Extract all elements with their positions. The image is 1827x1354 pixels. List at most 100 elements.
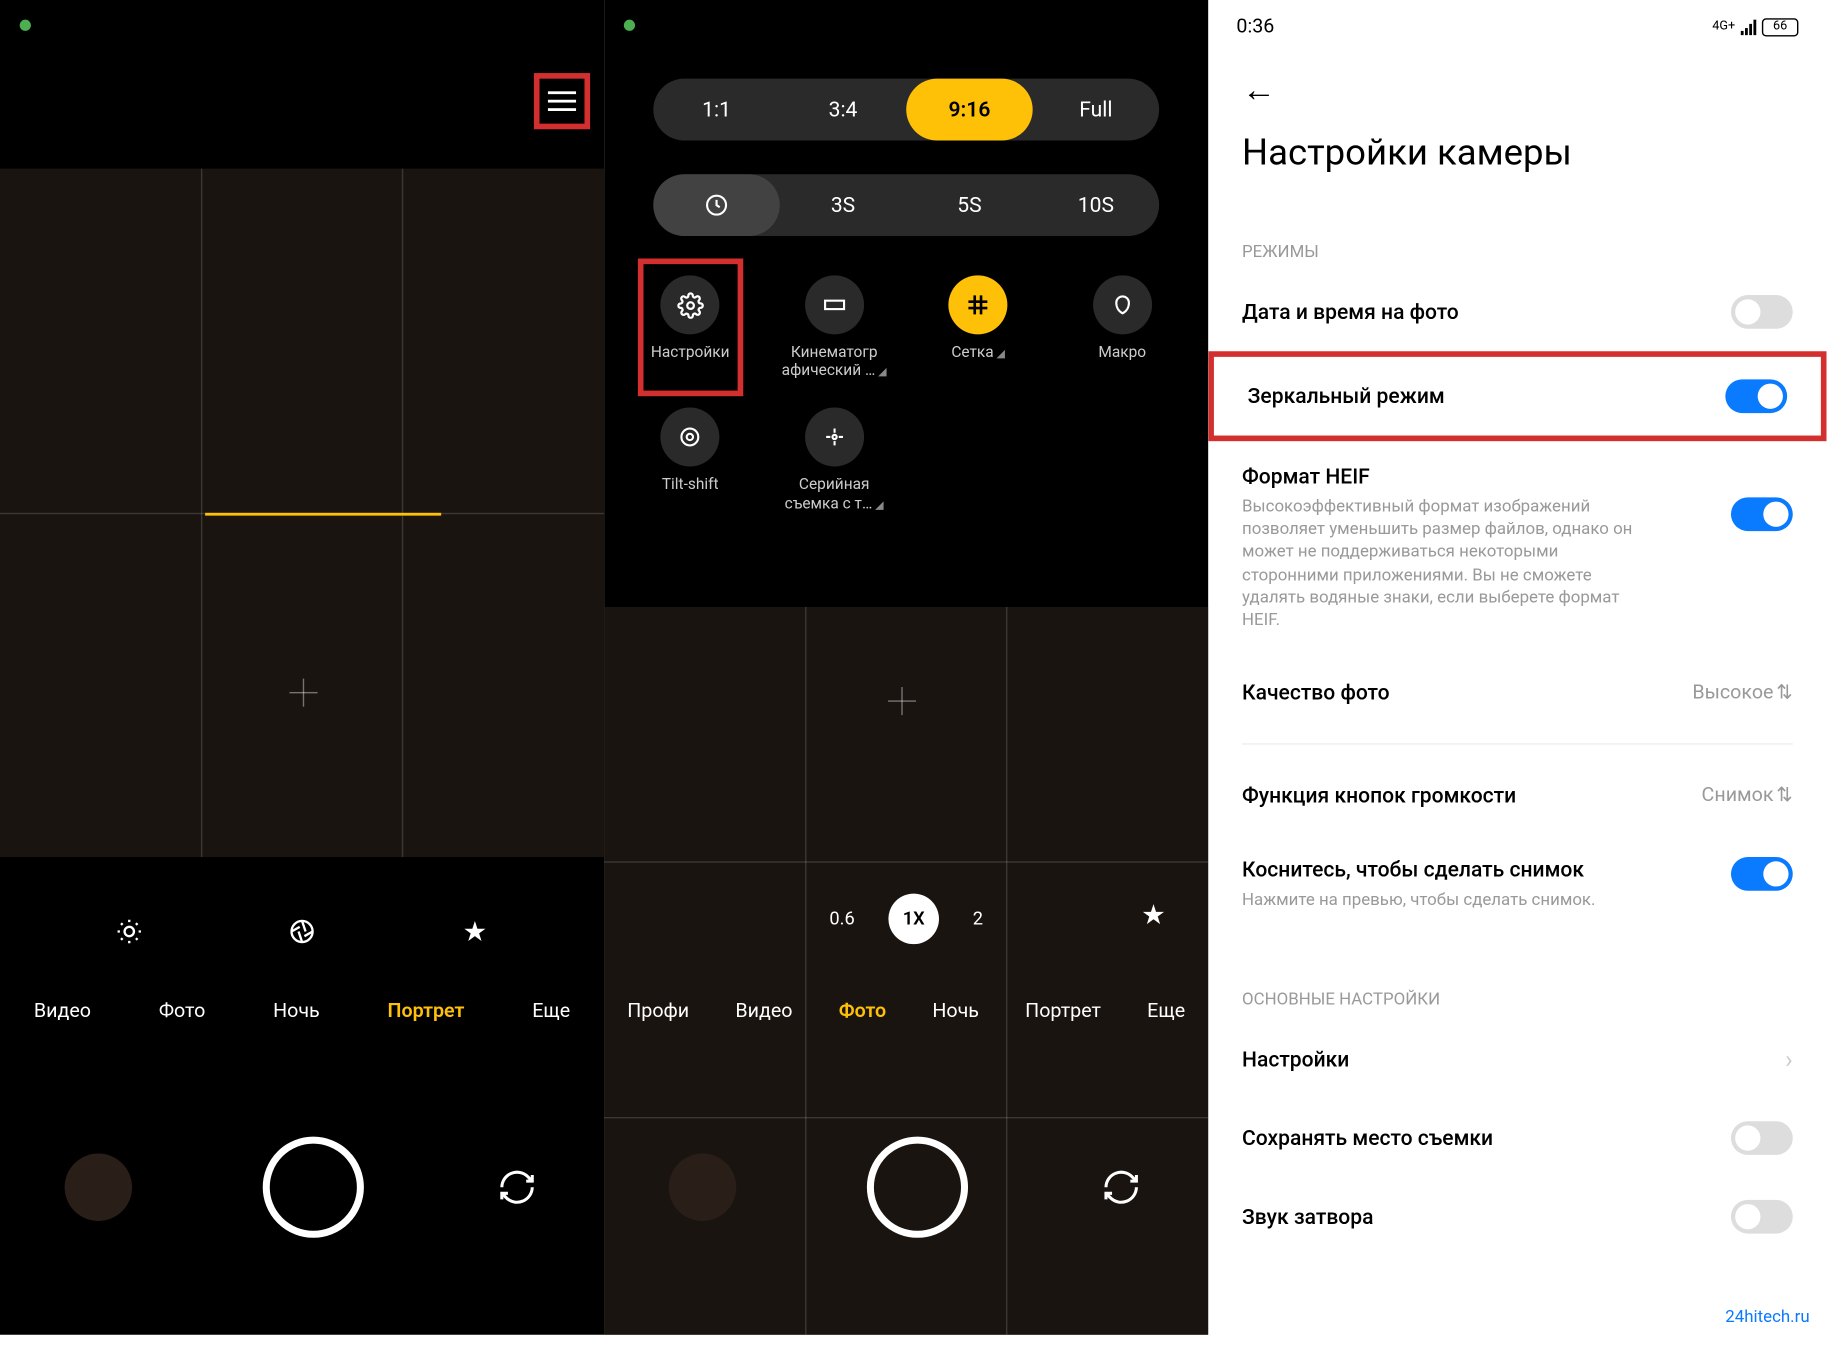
effects-star-icon[interactable] — [454, 910, 496, 952]
settings-list[interactable]: РЕЖИМЫ Дата и время на фото Зеркальный р… — [1208, 208, 1826, 1335]
mode-Портрет[interactable]: Портрет — [382, 1000, 470, 1022]
ratio-9:16[interactable]: 9:16 — [906, 79, 1032, 141]
tool-label: Сетка◢ — [951, 343, 1005, 362]
settings-pane: 0:36 4G+ 66 ← Настройки камеры РЕЖИМЫ Да… — [1208, 0, 1826, 1335]
shutter-row — [604, 1124, 1208, 1250]
focus-indicator-icon — [290, 678, 318, 706]
ratio-Full[interactable]: Full — [1033, 79, 1159, 141]
aspect-ratio-selector[interactable]: 1:13:49:16Full — [653, 79, 1159, 141]
aperture-icon[interactable] — [281, 910, 323, 952]
toggle-mirror[interactable] — [1725, 379, 1787, 413]
macro-icon — [1093, 275, 1152, 334]
section-header-modes: РЕЖИМЫ — [1208, 242, 1826, 262]
mode-Видео[interactable]: Видео — [28, 1000, 96, 1022]
tool-label: Кинематогр афический …◢ — [778, 343, 890, 380]
timer-3S[interactable]: 3S — [780, 174, 906, 236]
flip-camera-icon[interactable] — [1098, 1165, 1143, 1210]
timer-clock-icon[interactable] — [653, 174, 779, 236]
zoom-0.6[interactable]: 0.6 — [829, 908, 854, 929]
row-save-location[interactable]: Сохранять место съемки — [1208, 1099, 1826, 1178]
tool-grid[interactable]: Сетка◢ — [906, 261, 1050, 394]
camera-pane-photo: 1:13:49:16Full 3S5S10S Настройки Кинемато… — [604, 0, 1208, 1335]
status-bar: 0:36 4G+ 66 — [1208, 0, 1826, 53]
tools-grid: Настройки Кинематогр афический …◢ Сетка◢ Ма… — [618, 261, 1194, 526]
updown-icon: ⇅ — [1776, 784, 1792, 806]
row-heif[interactable]: Формат HEIF Высокоэффективный формат изо… — [1208, 441, 1826, 653]
tool-label: Tilt-shift — [662, 475, 719, 494]
shutter-row — [0, 1124, 604, 1250]
gallery-thumbnail[interactable] — [669, 1154, 736, 1221]
mode-Видео[interactable]: Видео — [730, 1000, 798, 1022]
watermark: 24hitech.ru — [1725, 1307, 1809, 1327]
divider — [1242, 743, 1793, 744]
timer-selector[interactable]: 3S5S10S — [653, 174, 1159, 236]
mode-Ночь[interactable]: Ночь — [267, 1000, 325, 1022]
row-tap-to-shoot[interactable]: Коснитесь, чтобы сделать снимок Нажмите … — [1208, 835, 1826, 934]
burst-icon — [805, 408, 864, 467]
gear-icon — [661, 275, 720, 334]
battery-icon: 66 — [1762, 18, 1799, 36]
signal-icon — [1741, 18, 1756, 35]
mode-selector: Видео Фото Ночь Портрет Еще — [0, 984, 604, 1040]
tool-label: Серийная съемка с т…◢ — [778, 475, 890, 512]
mode-Фото[interactable]: Фото — [833, 1000, 892, 1022]
toggle-date[interactable] — [1731, 295, 1793, 329]
row-mirror-mode[interactable]: Зеркальный режим — [1208, 351, 1826, 441]
row-date-on-photo[interactable]: Дата и время на фото — [1208, 273, 1826, 352]
zoom-1X[interactable]: 1X — [888, 894, 939, 945]
mode-Фото[interactable]: Фото — [153, 1000, 211, 1022]
tool-macro[interactable]: Макро — [1050, 261, 1194, 394]
mode-Еще[interactable]: Еще — [527, 1000, 576, 1022]
mode-Ночь[interactable]: Ночь — [927, 1000, 985, 1022]
clock-text: 0:36 — [1236, 15, 1274, 37]
horizon-line-icon — [205, 513, 441, 516]
back-arrow-icon[interactable]: ← — [1242, 70, 1276, 111]
mode-Еще[interactable]: Еще — [1142, 1000, 1191, 1022]
tool-target[interactable]: Tilt-shift — [618, 394, 762, 527]
brightness-icon[interactable] — [108, 910, 150, 952]
tool-burst[interactable]: Серийная съемка с т…◢ — [762, 394, 906, 527]
camera-active-dot-icon — [20, 20, 31, 31]
mode-selector: Профи Видео Фото Ночь Портрет Еще — [604, 984, 1208, 1040]
zoom-selector[interactable]: 0.6 1X 2 — [829, 894, 983, 945]
shutter-button[interactable] — [867, 1137, 968, 1238]
viewfinder[interactable] — [0, 169, 604, 857]
flip-camera-icon[interactable] — [494, 1165, 539, 1210]
zoom-2[interactable]: 2 — [973, 908, 983, 929]
timer-5S[interactable]: 5S — [906, 174, 1032, 236]
section-header-main: ОСНОВНЫЕ НАСТРОЙКИ — [1208, 990, 1826, 1010]
tool-label: Настройки — [651, 343, 730, 362]
row-volume-keys[interactable]: Функция кнопок громкости Снимок⇅ — [1208, 756, 1826, 835]
row-shutter-sound[interactable]: Звук затвора — [1208, 1178, 1826, 1257]
menu-icon[interactable] — [548, 91, 576, 111]
camera-active-dot-icon — [624, 20, 635, 31]
toggle-heif[interactable] — [1731, 497, 1793, 531]
grid-icon — [949, 275, 1008, 334]
target-icon — [661, 408, 720, 467]
ratio-1:1[interactable]: 1:1 — [653, 79, 779, 141]
focus-indicator-icon — [888, 687, 916, 715]
toggle-location[interactable] — [1731, 1122, 1793, 1156]
quick-controls — [0, 896, 604, 966]
updown-icon: ⇅ — [1776, 682, 1792, 704]
ratio-3:4[interactable]: 3:4 — [780, 79, 906, 141]
effects-star-icon[interactable] — [1141, 902, 1166, 927]
tool-gear[interactable]: Настройки — [618, 261, 762, 394]
page-title: Настройки камеры — [1242, 132, 1572, 174]
mode-Портрет[interactable]: Портрет — [1020, 1000, 1107, 1022]
row-nav-settings[interactable]: Настройки › — [1208, 1020, 1826, 1099]
tool-label: Макро — [1098, 343, 1146, 362]
timer-10S[interactable]: 10S — [1033, 174, 1159, 236]
film-icon — [805, 275, 864, 334]
toggle-tap[interactable] — [1731, 857, 1793, 891]
camera-pane-portrait: Видео Фото Ночь Портрет Еще — [0, 0, 604, 1335]
chevron-right-icon: › — [1785, 1045, 1793, 1075]
mode-Профи[interactable]: Профи — [622, 1000, 695, 1022]
network-label: 4G+ — [1712, 20, 1735, 34]
gallery-thumbnail[interactable] — [65, 1154, 132, 1221]
tool-film[interactable]: Кинематогр афический …◢ — [762, 261, 906, 394]
toggle-sound[interactable] — [1731, 1200, 1793, 1234]
hamburger-highlight — [534, 73, 590, 129]
row-quality[interactable]: Качество фото Высокое⇅ — [1208, 654, 1826, 733]
shutter-button[interactable] — [263, 1137, 364, 1238]
